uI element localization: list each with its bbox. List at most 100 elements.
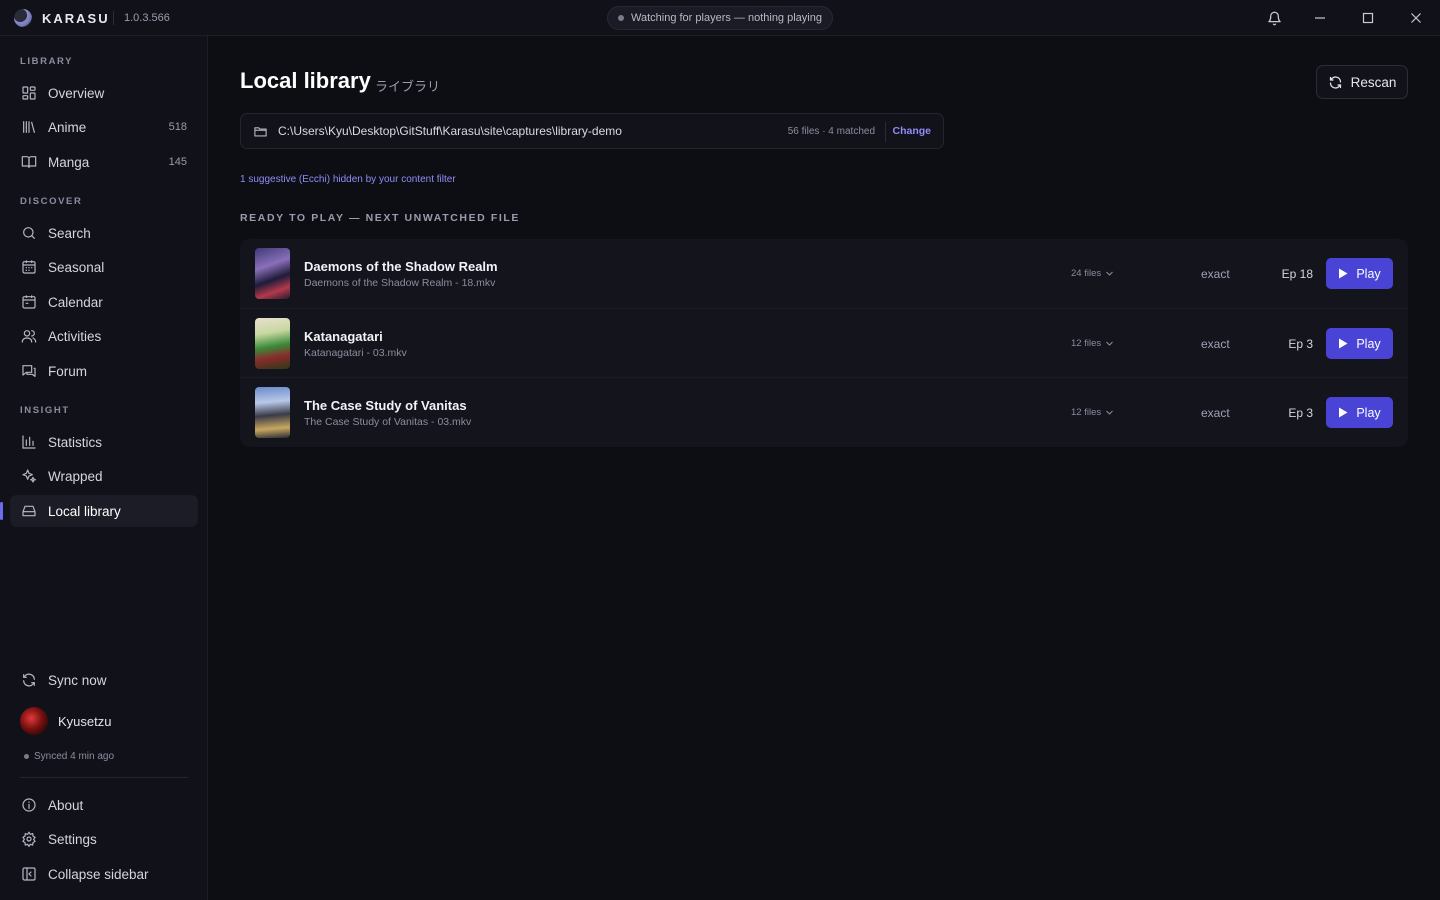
match-type: exact <box>1201 406 1230 420</box>
book-open-icon <box>20 154 37 171</box>
episode-label: Ep 3 <box>1288 337 1313 351</box>
files-count: 24 files <box>1071 268 1102 279</box>
sidebar-collapse-icon <box>20 866 37 883</box>
list-item: Katanagatari Katanagatari - 03.mkv 12 fi… <box>240 308 1408 377</box>
users-icon <box>20 328 37 345</box>
sidebar-item-label: Search <box>48 225 91 241</box>
maximize-window-icon[interactable] <box>1358 8 1378 28</box>
rescan-button[interactable]: Rescan <box>1316 65 1408 99</box>
sidebar-item-label: Local library <box>48 503 121 519</box>
files-dropdown[interactable]: 12 files <box>1071 407 1114 418</box>
sidebar-item-manga[interactable]: Manga 145 <box>10 146 198 178</box>
sidebar: LIBRARY Overview Anime 518 Manga 145 DIS… <box>0 36 208 900</box>
username: Kyusetzu <box>58 713 112 729</box>
sidebar-item-label: Seasonal <box>48 259 105 275</box>
play-label: Play <box>1356 336 1381 351</box>
anime-count-badge: 518 <box>168 121 187 133</box>
section-label-insight: INSIGHT <box>20 405 70 416</box>
refresh-icon <box>20 672 37 689</box>
chevron-down-icon <box>1105 408 1114 417</box>
episode-label: Ep 18 <box>1281 267 1313 281</box>
match-type: exact <box>1201 337 1230 351</box>
chevron-down-icon <box>1105 269 1114 278</box>
play-button[interactable]: Play <box>1326 328 1393 359</box>
minimize-window-icon[interactable] <box>1310 8 1330 28</box>
bar-chart-icon <box>20 434 37 451</box>
anime-title: The Case Study of Vanitas <box>304 398 467 413</box>
sidebar-divider <box>20 777 188 778</box>
page-subtitle: ライブラリ <box>375 79 441 94</box>
ready-to-play-heading: READY TO PLAY — NEXT UNWATCHED FILE <box>240 212 521 224</box>
play-icon <box>1338 338 1348 349</box>
anime-title: Daemons of the Shadow Realm <box>304 259 498 274</box>
app-brand: KARASU <box>42 11 110 26</box>
list-item: The Case Study of Vanitas The Case Study… <box>240 377 1408 446</box>
sidebar-item-label: Statistics <box>48 434 103 450</box>
cover-image <box>255 318 290 369</box>
section-label-discover: DISCOVER <box>20 196 83 207</box>
play-label: Play <box>1356 266 1381 281</box>
collapse-sidebar-button[interactable]: Collapse sidebar <box>10 858 198 890</box>
karasu-logo-icon <box>14 9 32 27</box>
avatar <box>20 707 48 735</box>
next-file-name: Katanagatari - 03.mkv <box>304 347 407 359</box>
sidebar-item-label: Anime <box>48 119 87 135</box>
sidebar-item-statistics[interactable]: Statistics <box>10 426 198 458</box>
close-window-icon[interactable] <box>1406 8 1426 28</box>
sidebar-item-label: Overview <box>48 85 105 101</box>
sidebar-item-search[interactable]: Search <box>10 217 198 249</box>
sidebar-item-label: About <box>48 797 84 813</box>
sidebar-item-local-library[interactable]: Local library <box>10 495 198 527</box>
sidebar-item-forum[interactable]: Forum <box>10 355 198 387</box>
sidebar-item-label: Manga <box>48 154 90 170</box>
calendar-grid-icon <box>20 259 37 276</box>
sidebar-item-label: Wrapped <box>48 468 103 484</box>
sidebar-item-label: Forum <box>48 363 88 379</box>
sidebar-item-activities[interactable]: Activities <box>10 320 198 352</box>
rescan-label: Rescan <box>1350 74 1397 90</box>
sidebar-item-seasonal[interactable]: Seasonal <box>10 251 198 283</box>
cover-image <box>255 387 290 438</box>
next-file-name: Daemons of the Shadow Realm - 18.mkv <box>304 277 496 289</box>
sidebar-item-about[interactable]: About <box>10 789 198 821</box>
sync-now-label: Sync now <box>48 672 107 688</box>
sync-now-button[interactable]: Sync now <box>10 664 198 696</box>
sync-status-text: Synced 4 min ago <box>34 751 115 762</box>
files-count: 12 files <box>1071 338 1102 349</box>
files-dropdown[interactable]: 12 files <box>1071 338 1114 349</box>
grid-icon <box>20 85 37 102</box>
notifications-bell-icon[interactable] <box>1264 8 1284 28</box>
sync-status: Synced 4 min ago <box>24 751 114 762</box>
play-label: Play <box>1356 405 1381 420</box>
title-bar: KARASU 1.0.3.566 Watching for players — … <box>0 0 1440 36</box>
sidebar-item-label: Calendar <box>48 294 103 310</box>
sidebar-item-wrapped[interactable]: Wrapped <box>10 460 198 492</box>
sidebar-item-anime[interactable]: Anime 518 <box>10 111 198 143</box>
folder-icon <box>253 124 268 139</box>
play-button[interactable]: Play <box>1326 258 1393 289</box>
next-file-name: The Case Study of Vanitas - 03.mkv <box>304 416 472 428</box>
play-button[interactable]: Play <box>1326 397 1393 428</box>
user-profile[interactable]: Kyusetzu <box>20 707 111 735</box>
calendar-icon <box>20 294 37 311</box>
hard-drive-icon <box>20 503 37 520</box>
library-path-field: C:\Users\Kyu\Desktop\GitStuff\Karasu\sit… <box>240 113 944 149</box>
files-dropdown[interactable]: 24 files <box>1071 268 1114 279</box>
chat-icon <box>20 363 37 380</box>
sync-dot-icon <box>24 754 29 759</box>
cover-image <box>255 248 290 299</box>
change-path-button[interactable]: Change <box>892 125 931 137</box>
player-status-text: Watching for players — nothing playing <box>631 12 822 24</box>
content-filter-link[interactable]: 1 suggestive (Ecchi) hidden by your cont… <box>240 174 456 185</box>
files-count: 12 files <box>1071 407 1102 418</box>
sidebar-item-overview[interactable]: Overview <box>10 77 198 109</box>
app-version: 1.0.3.566 <box>113 11 170 25</box>
episode-label: Ep 3 <box>1288 406 1313 420</box>
info-icon <box>20 797 37 814</box>
sidebar-item-settings[interactable]: Settings <box>10 823 198 855</box>
page-title: Local library <box>240 68 371 93</box>
sidebar-item-calendar[interactable]: Calendar <box>10 286 198 318</box>
sidebar-item-label: Activities <box>48 328 102 344</box>
sidebar-item-label: Collapse sidebar <box>48 866 149 882</box>
play-icon <box>1338 407 1348 418</box>
